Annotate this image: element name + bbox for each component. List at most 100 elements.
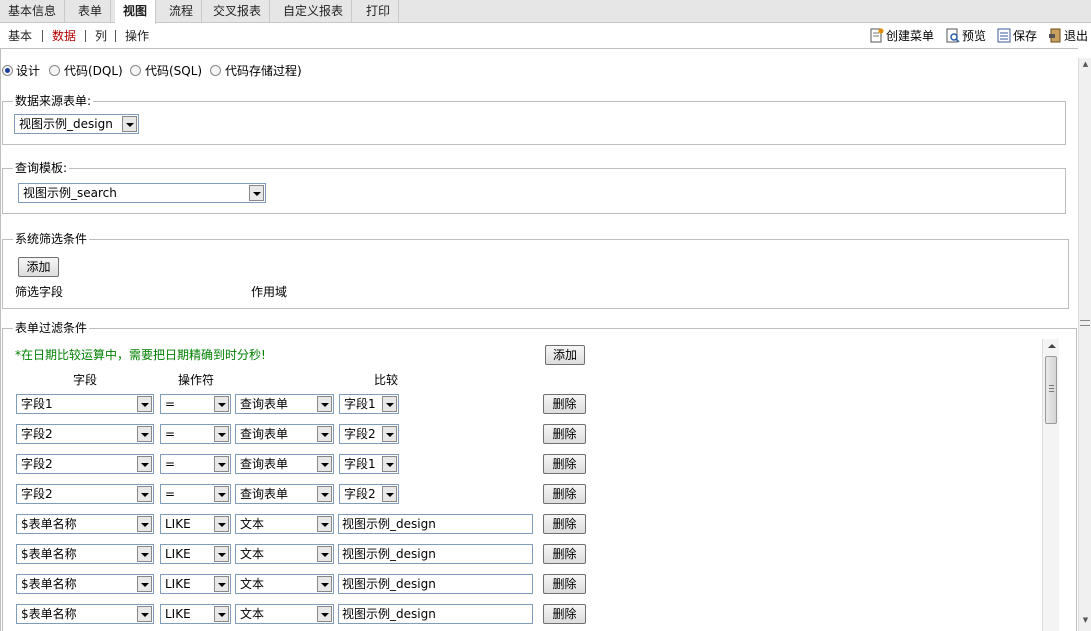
- scroll-up-icon[interactable]: [1048, 344, 1056, 348]
- filter-source-select[interactable]: 文本: [235, 514, 334, 534]
- query-template-select[interactable]: 视图示例_search: [18, 183, 266, 203]
- filter-text-input[interactable]: 视图示例_design: [338, 574, 533, 594]
- save-button[interactable]: 保存: [997, 27, 1043, 45]
- chevron-down-icon: [137, 486, 152, 502]
- scroll-down-icon[interactable]: ▼: [1081, 616, 1090, 625]
- filter-source-value: 查询表单: [240, 397, 289, 411]
- radio-stored-procedure[interactable]: [210, 65, 221, 76]
- chevron-down-icon: [317, 576, 332, 592]
- scroll-thumb[interactable]: [1080, 320, 1090, 326]
- filter-field-value: $表单名称: [21, 547, 77, 561]
- delete-row-button[interactable]: 删除: [543, 604, 586, 624]
- radio-code-sql[interactable]: [130, 65, 141, 76]
- filter-operator-select[interactable]: LIKE: [160, 544, 231, 564]
- tab-flow[interactable]: 流程: [161, 0, 203, 23]
- datasource-select[interactable]: 视图示例_design: [14, 114, 139, 134]
- delete-row-button[interactable]: 删除: [543, 424, 586, 444]
- delete-row-button[interactable]: 删除: [543, 454, 586, 474]
- system-filter-add-button[interactable]: 添加: [18, 257, 59, 277]
- preview-button[interactable]: 预览: [946, 27, 992, 45]
- system-filter-legend: 系统筛选条件: [13, 232, 90, 246]
- chevron-down-icon: [214, 486, 229, 502]
- tab-cross-report[interactable]: 交叉报表: [205, 0, 271, 23]
- filter-source-select[interactable]: 查询表单: [235, 394, 334, 414]
- chevron-down-icon: [137, 546, 152, 562]
- filter-text-input[interactable]: 视图示例_design: [338, 604, 533, 624]
- filter-field-select[interactable]: $表单名称: [16, 574, 154, 594]
- filter-source-select[interactable]: 文本: [235, 544, 334, 564]
- filter-field-select[interactable]: 字段2: [16, 454, 154, 474]
- filter-operator-select[interactable]: =: [160, 394, 231, 414]
- filter-field-select[interactable]: 字段1: [16, 394, 154, 414]
- create-menu-button[interactable]: 创建菜单: [870, 27, 942, 45]
- filter-operator-select[interactable]: =: [160, 424, 231, 444]
- radio-design[interactable]: [2, 65, 13, 76]
- delete-row-button[interactable]: 删除: [543, 484, 586, 504]
- filter-source-select[interactable]: 文本: [235, 604, 334, 624]
- subtab-basic[interactable]: 基本: [8, 27, 32, 45]
- filter-target-select[interactable]: 字段1: [339, 394, 399, 414]
- date-precision-note: *在日期比较运算中，需要把日期精确到时分秒!: [15, 348, 266, 362]
- subtab-operation[interactable]: 操作: [125, 27, 149, 45]
- radio-code-dql-label: 代码(DQL): [64, 64, 123, 78]
- filter-operator-value: =: [165, 397, 176, 411]
- filter-source-select[interactable]: 查询表单: [235, 484, 334, 504]
- filter-field-select[interactable]: $表单名称: [16, 604, 154, 624]
- radio-code-dql[interactable]: [49, 65, 60, 76]
- filter-text-input[interactable]: 视图示例_design: [338, 544, 533, 564]
- chevron-down-icon: [137, 396, 152, 412]
- filter-target-select[interactable]: 字段2: [339, 424, 399, 444]
- filter-operator-value: LIKE: [165, 517, 191, 531]
- filter-field-select[interactable]: $表单名称: [16, 514, 154, 534]
- delete-row-button[interactable]: 删除: [543, 544, 586, 564]
- delete-row-button[interactable]: 删除: [543, 514, 586, 534]
- filter-source-select[interactable]: 查询表单: [235, 424, 334, 444]
- form-filter-add-button[interactable]: 添加: [545, 345, 585, 365]
- filter-target-select[interactable]: 字段1: [339, 454, 399, 474]
- chevron-down-icon: [249, 185, 264, 201]
- filter-target-value: 字段2: [344, 487, 376, 501]
- tab-basic-info[interactable]: 基本信息: [0, 0, 66, 23]
- filter-operator-value: =: [165, 457, 176, 471]
- tab-custom-report[interactable]: 自定义报表: [275, 0, 353, 23]
- separator: [85, 30, 86, 42]
- filter-field-select[interactable]: $表单名称: [16, 544, 154, 564]
- header-operator: 操作符: [178, 373, 215, 387]
- subtab-data[interactable]: 数据: [52, 27, 76, 45]
- filter-operator-select[interactable]: LIKE: [160, 604, 231, 624]
- delete-row-button[interactable]: 删除: [543, 574, 586, 594]
- filter-operator-select[interactable]: =: [160, 484, 231, 504]
- filter-field-value: $表单名称: [21, 607, 77, 621]
- filter-operator-select[interactable]: =: [160, 454, 231, 474]
- filter-operator-value: LIKE: [165, 547, 191, 561]
- scroll-up-icon[interactable]: ▲: [1081, 60, 1090, 69]
- chevron-down-icon: [214, 396, 229, 412]
- filter-field-select[interactable]: 字段2: [16, 484, 154, 504]
- chevron-down-icon: [317, 426, 332, 442]
- exit-button[interactable]: 退出: [1048, 27, 1091, 45]
- filter-source-select[interactable]: 文本: [235, 574, 334, 594]
- tab-print[interactable]: 打印: [358, 0, 400, 23]
- filter-field-select[interactable]: 字段2: [16, 424, 154, 444]
- chevron-down-icon: [382, 456, 397, 472]
- chevron-down-icon: [214, 576, 229, 592]
- filter-field-value: 字段2: [21, 487, 53, 501]
- delete-row-button[interactable]: 删除: [543, 394, 586, 414]
- filter-operator-select[interactable]: LIKE: [160, 514, 231, 534]
- scroll-thumb[interactable]: [1045, 356, 1057, 424]
- page-scrollbar[interactable]: ▲ ▼: [1078, 58, 1091, 631]
- sub-toolbar: 基本 数据 列 操作 创建菜单 预览 保存 退出: [0, 24, 1091, 48]
- subtab-column[interactable]: 列: [95, 27, 107, 45]
- radio-code-sql-label: 代码(SQL): [145, 64, 203, 78]
- filter-list-scrollbar[interactable]: [1042, 339, 1059, 631]
- chevron-down-icon: [382, 396, 397, 412]
- filter-text-input[interactable]: 视图示例_design: [338, 514, 533, 534]
- filter-operator-value: =: [165, 487, 176, 501]
- filter-source-select[interactable]: 查询表单: [235, 454, 334, 474]
- tab-form[interactable]: 表单: [70, 0, 112, 23]
- tab-view[interactable]: 视图: [115, 0, 157, 24]
- query-template-legend: 查询模板:: [13, 161, 70, 175]
- filter-operator-select[interactable]: LIKE: [160, 574, 231, 594]
- main-panel: 设计 代码(DQL) 代码(SQL) 代码存储过程) 数据来源表单: 视图示例_…: [0, 48, 1078, 631]
- filter-target-select[interactable]: 字段2: [339, 484, 399, 504]
